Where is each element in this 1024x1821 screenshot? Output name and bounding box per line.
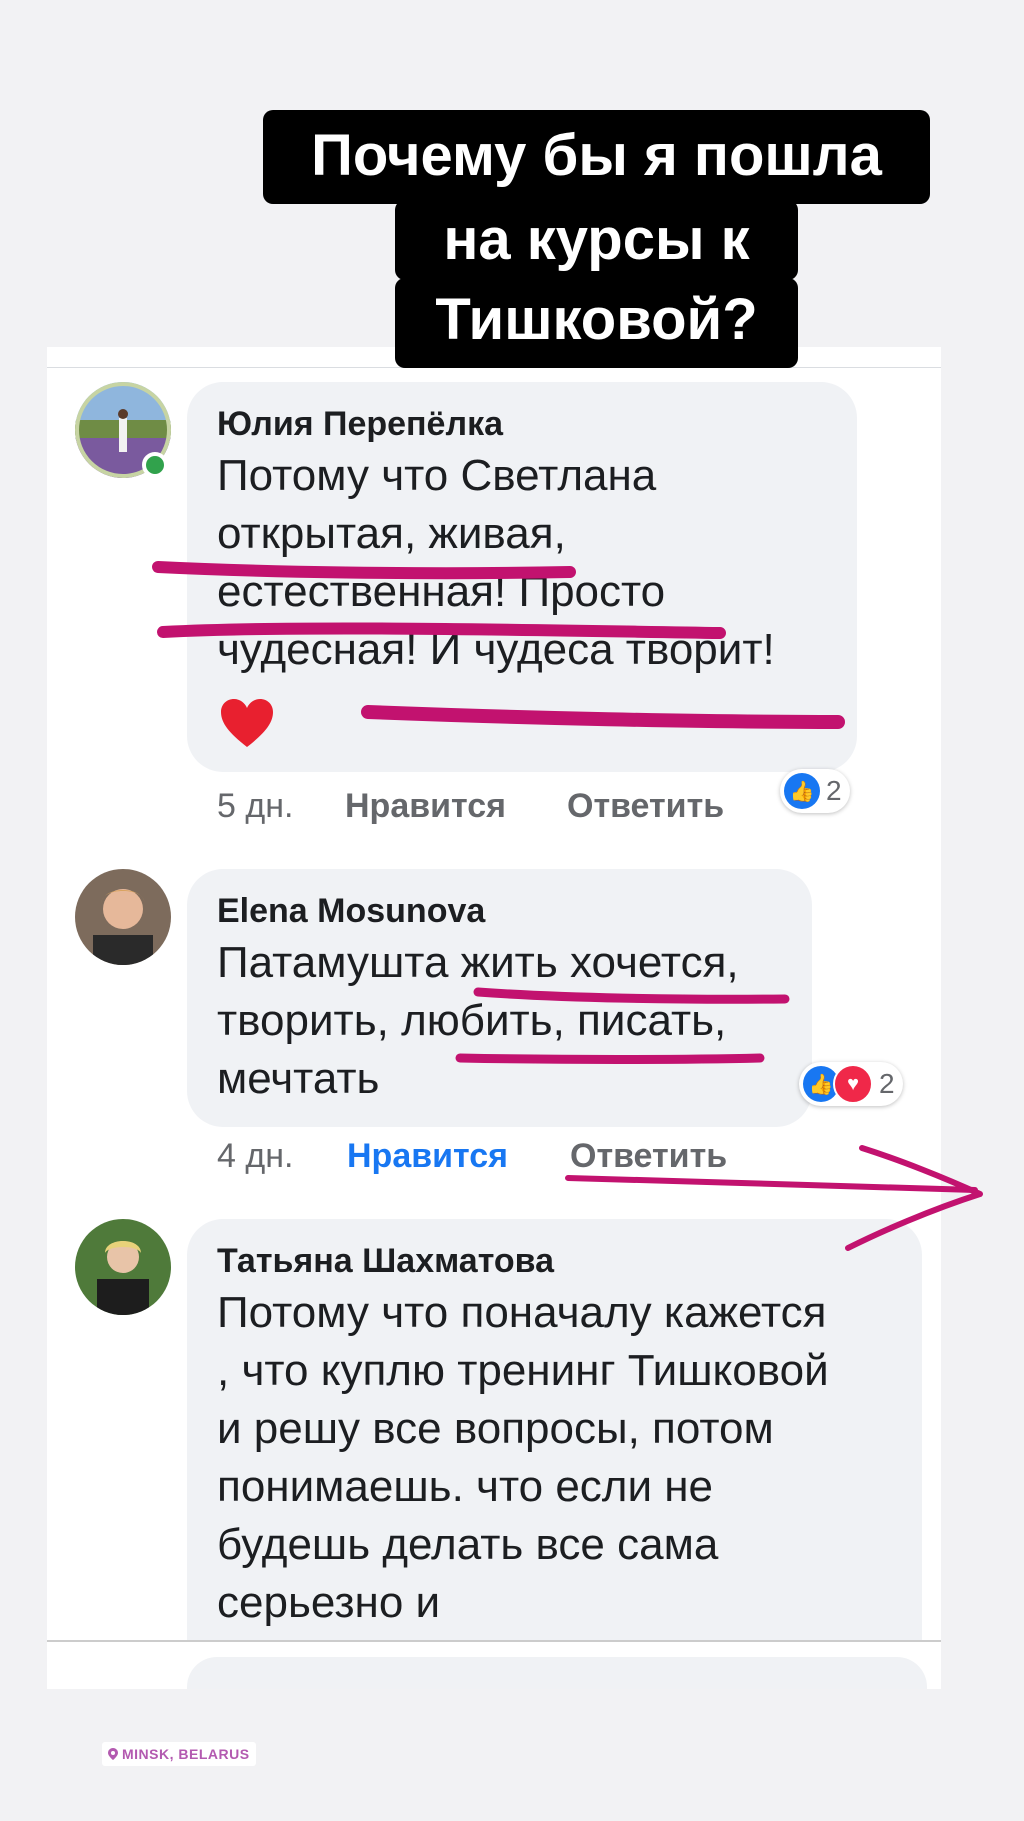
reaction-count: 2 [879, 1068, 895, 1099]
comment-line: и решу все вопросы, потом [217, 1404, 774, 1453]
comment-author[interactable]: Elena Mosunova [217, 892, 485, 931]
comment-line: серьезно и [217, 1578, 441, 1627]
story-headline-line: на курсы к [395, 200, 798, 280]
comment-line: открытая, живая, [217, 509, 566, 558]
reply-button[interactable]: Ответить [567, 787, 724, 826]
heart-emoji-icon [221, 699, 273, 747]
comment-line: , что куплю тренинг Тишковой [217, 1346, 829, 1395]
location-label: MINSK, BELARUS [122, 1746, 250, 1762]
comment-line: Потому что Светлана [217, 451, 657, 500]
location-pin-icon [108, 1748, 118, 1760]
avatar-photo [75, 1219, 171, 1315]
comment-text: Патамушта жить хочется, творить, любить,… [217, 934, 739, 1108]
comment-time: 5 дн. [217, 787, 294, 825]
reply-button[interactable]: Ответить [570, 1137, 727, 1176]
location-sticker[interactable]: MINSK, BELARUS [102, 1742, 256, 1766]
comment-input[interactable] [187, 1657, 927, 1689]
comment-line: понимаешь. что если не [217, 1462, 714, 1511]
like-button[interactable]: Нравится [347, 1137, 508, 1176]
comment-line: будешь делать все сама [217, 1520, 719, 1569]
comment-author[interactable]: Татьяна Шахматова [217, 1242, 554, 1281]
like-button[interactable]: Нравится [345, 787, 506, 826]
avatar[interactable] [75, 1219, 171, 1315]
reaction-summary[interactable]: 👍 2 [780, 769, 850, 813]
comment-line: Патамушта жить хочется, [217, 938, 739, 987]
comment-line: мечтать [217, 1054, 380, 1103]
comment-text: Потому что Светлана открытая, живая, ест… [217, 447, 775, 679]
online-status-icon [142, 452, 168, 478]
comment-line: естественная! Просто [217, 567, 666, 616]
reaction-count: 2 [826, 775, 842, 806]
comments-screenshot: Юлия Перепёлка Потому что Светлана откры… [47, 347, 941, 1689]
love-reaction-icon: ♥ [833, 1064, 873, 1104]
story-headline-line: Почему бы я пошла [263, 110, 930, 204]
story-headline-line: Тишковой? [395, 278, 798, 368]
comment-line: творить, любить, писать, [217, 996, 727, 1045]
reaction-summary[interactable]: 👍 ♥ 2 [799, 1062, 903, 1106]
comment-time: 4 дн. [217, 1137, 294, 1175]
avatar[interactable] [75, 869, 171, 965]
comment-author[interactable]: Юлия Перепёлка [217, 405, 503, 444]
avatar-photo [75, 869, 171, 965]
comment-text: Потому что поначалу кажется , что куплю … [217, 1284, 829, 1632]
comment-line: чудесная! И чудеса творит! [217, 625, 775, 674]
like-reaction-icon: 👍 [784, 773, 820, 809]
comment-line: Потому что поначалу кажется [217, 1288, 827, 1337]
